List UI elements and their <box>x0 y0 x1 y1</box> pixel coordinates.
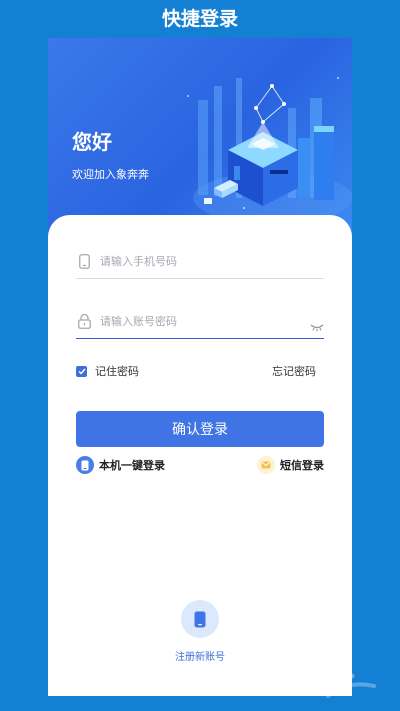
sms-login-button[interactable]: 短信登录 <box>257 456 324 474</box>
login-panel: 您好 欢迎加入象奔奔 记住密码 忘记密码 <box>48 38 352 696</box>
hero-banner: 您好 欢迎加入象奔奔 <box>48 38 352 238</box>
greeting-title: 您好 <box>72 130 112 154</box>
register-icon-circle[interactable] <box>181 600 219 638</box>
mobile-icon <box>194 611 206 627</box>
login-options-row: 记住密码 忘记密码 <box>76 362 316 380</box>
phone-icon <box>76 253 92 271</box>
check-icon[interactable] <box>76 365 87 377</box>
watermark-logo <box>229 665 376 698</box>
lock-icon <box>76 313 92 331</box>
alt-login-row: 本机一键登录 短信登录 <box>76 456 324 474</box>
remember-password-toggle[interactable]: 记住密码 <box>76 363 139 379</box>
greeting-subtitle: 欢迎加入象奔奔 <box>72 168 149 181</box>
forgot-password-link[interactable]: 忘记密码 <box>272 363 316 379</box>
register-label[interactable]: 注册新账号 <box>170 648 230 663</box>
one-tap-login-button[interactable]: 本机一键登录 <box>76 456 165 474</box>
register-button[interactable]: 注册新账号 <box>170 600 230 663</box>
envelope-icon <box>257 456 275 474</box>
login-card: 记住密码 忘记密码 确认登录 本机一键登录 短信登录 注册 <box>48 215 352 696</box>
remember-password-label: 记住密码 <box>95 365 139 378</box>
password-input[interactable] <box>100 315 310 328</box>
confirm-login-button[interactable]: 确认登录 <box>76 411 324 447</box>
page-title: 快捷登录 <box>161 8 238 30</box>
password-field <box>76 305 324 339</box>
phone-input[interactable] <box>100 255 324 268</box>
sms-login-label: 短信登录 <box>280 459 324 472</box>
phone-field <box>76 245 324 279</box>
one-tap-login-label: 本机一键登录 <box>99 459 165 472</box>
eye-closed-icon[interactable] <box>310 317 324 331</box>
mobile-icon <box>76 456 94 474</box>
